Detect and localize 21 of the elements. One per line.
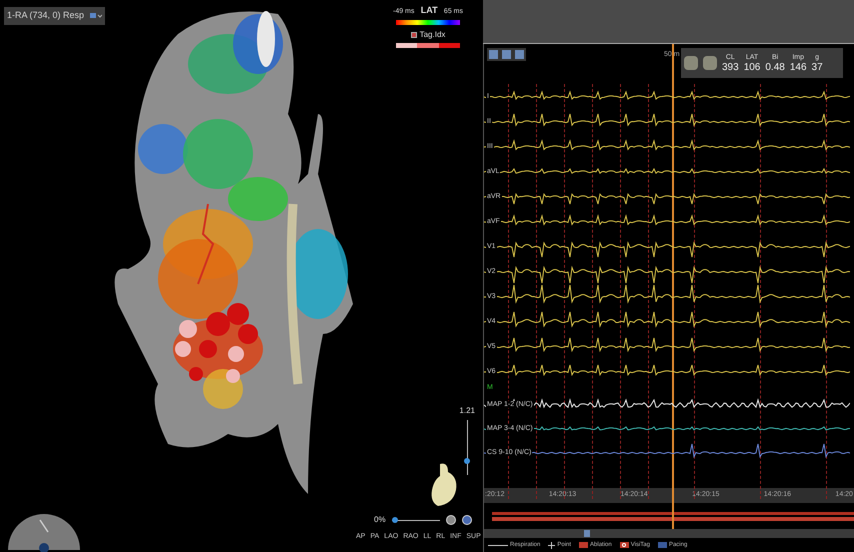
zoom-value: 1.21: [459, 405, 475, 417]
zoom-slider-thumb[interactable]: [464, 458, 470, 464]
reading-value: 0.48: [765, 62, 785, 72]
line-icon: [488, 544, 508, 546]
reading-value: 106: [744, 62, 760, 72]
caret-icon: [90, 12, 102, 20]
reading-value: 146: [790, 62, 807, 72]
reading-value: 37: [812, 62, 823, 72]
round-button[interactable]: [703, 56, 717, 70]
round-button[interactable]: [684, 56, 698, 70]
lat-color-scale: [396, 20, 460, 24]
map-label-tag[interactable]: 1-RA (734, 0) Resp: [4, 7, 106, 24]
tag-index-checkbox[interactable]: [410, 32, 417, 38]
timeline-scrollbar[interactable]: [484, 529, 854, 538]
reading-value: 393: [722, 62, 739, 72]
plus-icon: [548, 542, 556, 548]
scale-title: LAT: [420, 4, 438, 17]
tag-color-bar: [396, 42, 460, 48]
transparency-value: 0%: [374, 514, 386, 526]
transparency-slider-thumb[interactable]: [392, 517, 398, 523]
tag-index-label: Tag.Idx: [420, 28, 446, 40]
